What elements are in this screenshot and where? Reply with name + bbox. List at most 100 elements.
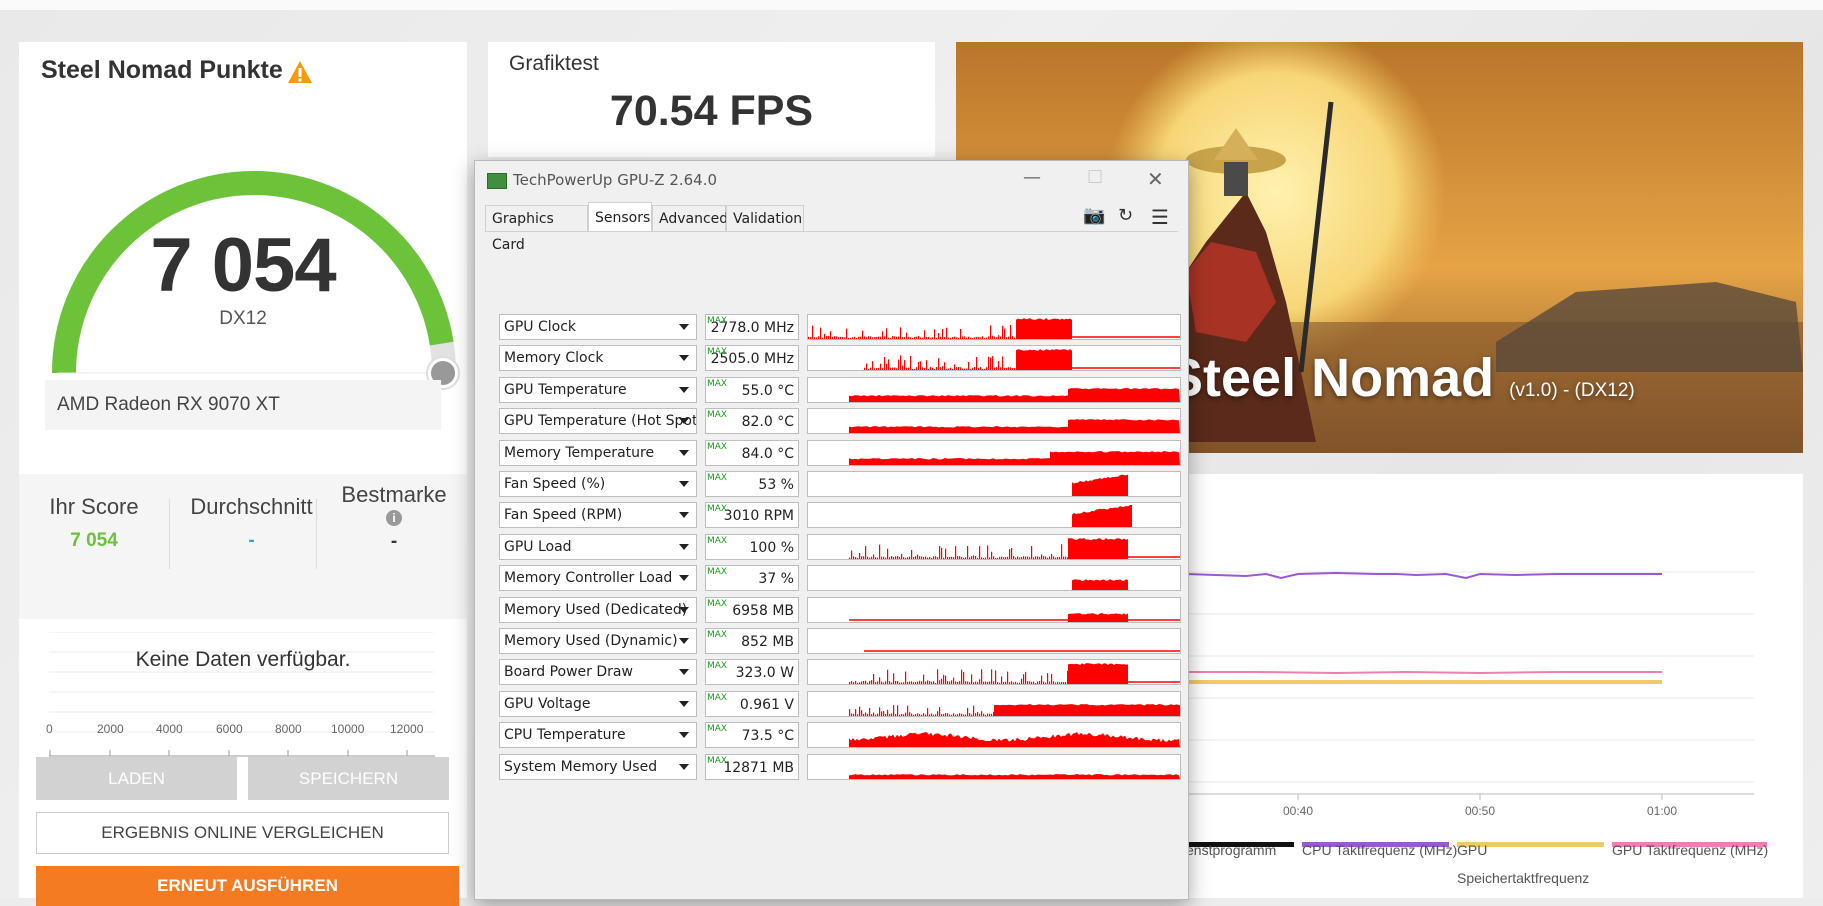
sensor-graph-spike	[1012, 368, 1014, 371]
chevron-down-icon[interactable]	[679, 575, 689, 582]
sensor-graph-spike	[830, 331, 832, 339]
sensor-graph-spike	[980, 367, 982, 371]
sensor-graph-spike	[974, 337, 976, 339]
sensor-graph-spike	[927, 680, 929, 685]
sensor-graph-spike	[892, 367, 894, 371]
sensor-graph-spike	[880, 336, 882, 339]
sensor-value: 3010 RPM MAX	[705, 502, 799, 529]
chevron-down-icon[interactable]	[679, 732, 689, 739]
sensor-graph-spike	[923, 674, 925, 685]
compare-online-button[interactable]: ERGEBNIS ONLINE VERGLEICHEN	[36, 812, 449, 854]
sensor-select[interactable]: Memory Temperature	[499, 439, 697, 466]
sensor-select[interactable]: Memory Clock	[499, 345, 697, 372]
legend-item[interactable]: enstprogramm	[1186, 842, 1276, 858]
chevron-down-icon[interactable]	[679, 606, 689, 613]
maximize-icon[interactable]: ☐	[1087, 167, 1103, 188]
minimize-icon[interactable]: —	[1023, 167, 1041, 188]
sensor-graph-spike	[968, 362, 970, 371]
tab-advanced[interactable]: Advanced	[652, 205, 728, 231]
sensor-graph-spike	[896, 368, 898, 371]
sensor-graph-spike	[1017, 683, 1019, 685]
score-value: 7 054	[150, 223, 336, 308]
sensor-graph-spike	[869, 707, 871, 716]
sensor-select[interactable]: Memory Controller Load	[499, 565, 697, 592]
sensor-select[interactable]: GPU Clock	[499, 314, 697, 340]
sensor-graph-area	[1072, 474, 1128, 496]
chevron-down-icon[interactable]	[679, 763, 689, 770]
sensor-graph-spike	[1003, 557, 1005, 559]
sensor-select[interactable]: GPU Voltage	[499, 690, 697, 717]
chevron-down-icon[interactable]	[679, 669, 689, 676]
close-icon[interactable]: ✕	[1147, 167, 1164, 191]
save-button[interactable]: SPEICHERN	[248, 757, 449, 800]
info-icon[interactable]: i	[386, 510, 402, 526]
rerun-button[interactable]: ERNEUT AUSFÜHREN	[36, 866, 459, 906]
load-button[interactable]: LADEN	[36, 757, 237, 800]
sensor-graph-spike	[1015, 682, 1017, 685]
sensor-graph-spike	[905, 712, 907, 716]
tab-sensors[interactable]: Sensors	[588, 202, 652, 232]
sensor-graph-spike	[937, 556, 939, 559]
chevron-down-icon[interactable]	[679, 355, 689, 362]
sensor-graph-spike	[901, 713, 903, 716]
refresh-icon[interactable]: ↻	[1118, 205, 1133, 226]
chevron-down-icon[interactable]	[679, 418, 689, 425]
sensor-graph-spike	[1029, 556, 1031, 559]
graphics-test-fps: 70.54 FPS	[609, 87, 814, 135]
sensor-select[interactable]: Memory Used (Dynamic)	[499, 628, 697, 654]
sensor-graph-spike	[851, 713, 853, 716]
legend-item[interactable]: GPU Speichertaktfrequenz	[1457, 836, 1607, 892]
sensor-graph-spike	[865, 545, 867, 559]
sensor-graph-spike	[868, 336, 870, 339]
chevron-down-icon[interactable]	[679, 700, 689, 707]
tab-graphics-card[interactable]: Graphics Card	[485, 205, 588, 253]
sensor-graph-spike	[977, 711, 979, 716]
sensor-graph-spike	[996, 337, 998, 339]
sensor-graph-spike	[951, 714, 953, 716]
sensor-graph-spike	[921, 714, 923, 716]
sensor-graph-spike	[963, 714, 965, 716]
sensor-graph-spike	[859, 706, 861, 716]
chevron-down-icon[interactable]	[679, 512, 689, 519]
sensor-graph-spike	[894, 367, 896, 371]
sensor-graph-spike	[999, 683, 1001, 685]
sensor-graph-spike	[1063, 682, 1065, 685]
sensor-graph-spike	[985, 714, 987, 716]
sensor-select[interactable]: CPU Temperature	[499, 722, 697, 749]
sensor-graph-spike	[1047, 673, 1049, 685]
sensor-select[interactable]: GPU Temperature	[499, 376, 697, 403]
sensor-graph-spike	[883, 556, 885, 559]
camera-icon[interactable]: 📷	[1083, 205, 1105, 226]
sensor-select[interactable]: Memory Used (Dedicated)	[499, 596, 697, 623]
chevron-down-icon[interactable]	[679, 324, 689, 330]
sensor-graph-spike	[877, 713, 879, 716]
sensor-graph-spike	[930, 367, 932, 371]
sensor-select[interactable]: Board Power Draw	[499, 659, 697, 686]
sensor-graph-spike	[876, 368, 878, 371]
sensor-select[interactable]: Fan Speed (RPM)	[499, 502, 697, 529]
sensor-graph-spike	[1053, 681, 1055, 685]
sensor-graph-spike	[853, 556, 855, 559]
legend-item[interactable]: GPU Taktfrequenz (MHz)	[1612, 842, 1768, 858]
chevron-down-icon[interactable]	[679, 638, 689, 644]
sensor-graph-spike	[960, 367, 962, 371]
sensor-graph-area	[1072, 579, 1128, 591]
tab-validation[interactable]: Validation	[726, 205, 804, 231]
chevron-down-icon[interactable]	[679, 449, 689, 456]
sensor-graph-spike	[919, 713, 921, 716]
sensor-graph-spike	[929, 681, 931, 685]
warning-icon[interactable]	[287, 60, 313, 84]
sensor-select[interactable]: Fan Speed (%)	[499, 471, 697, 497]
chevron-down-icon[interactable]	[679, 481, 689, 487]
sensor-graph-spike	[946, 327, 948, 339]
sensor-graph-spike	[961, 713, 963, 716]
legend-item[interactable]: CPU Taktfrequenz (MHz)	[1302, 842, 1457, 858]
chevron-down-icon[interactable]	[679, 386, 689, 393]
sensor-select[interactable]: GPU Temperature (Hot Spot)	[499, 408, 697, 435]
sensor-select[interactable]: GPU Load	[499, 533, 697, 560]
sensor-graph-spike	[911, 681, 913, 685]
chevron-down-icon[interactable]	[679, 543, 689, 550]
menu-icon[interactable]: ☰	[1151, 205, 1169, 229]
sensor-select[interactable]: System Memory Used	[499, 753, 697, 780]
sensor-graph-spike	[969, 557, 971, 559]
